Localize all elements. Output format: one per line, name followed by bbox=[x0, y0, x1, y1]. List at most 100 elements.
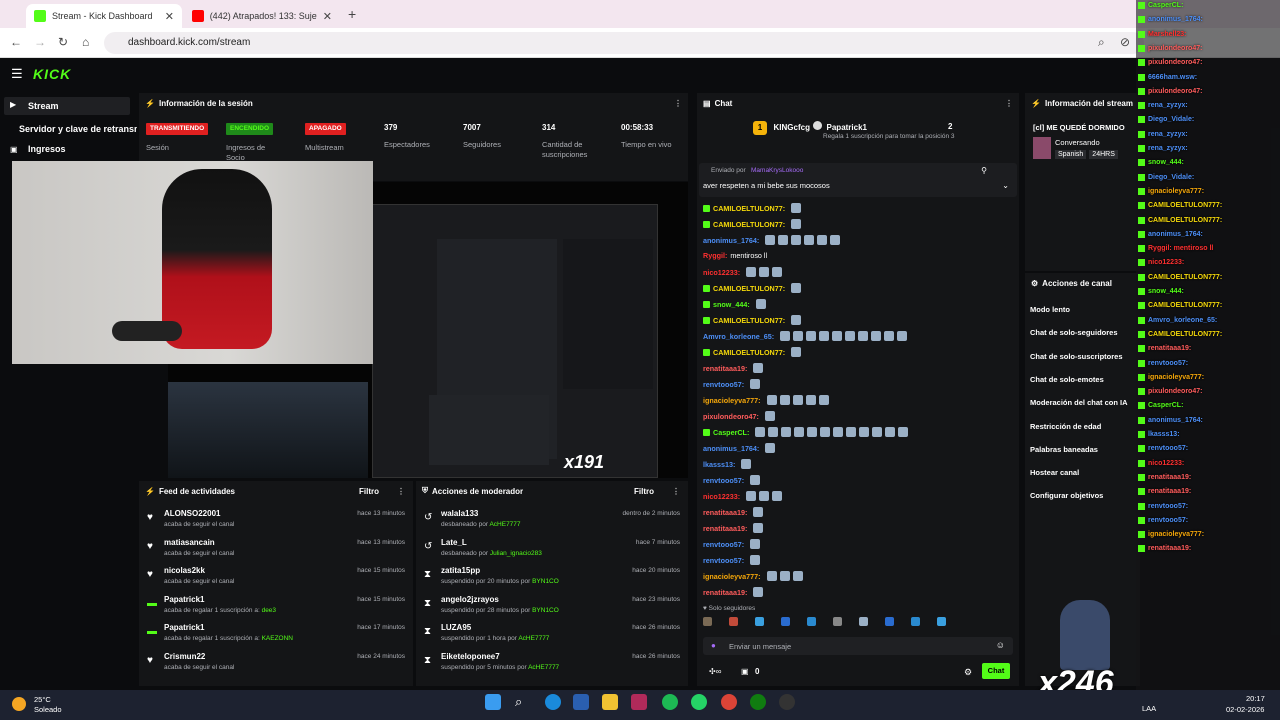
chat-message[interactable]: anonimus_1764: bbox=[703, 443, 776, 453]
emote-icon[interactable] bbox=[937, 617, 946, 626]
chat-message[interactable]: CAMILOELTULON77: bbox=[703, 219, 802, 229]
list-item[interactable]: ⧗ LUZA95 suspendido por 1 hora por AcHE777… bbox=[424, 622, 688, 648]
list-item[interactable]: ♥ nicolas2kk acaba de seguir el canal hace… bbox=[147, 565, 413, 591]
list-item[interactable]: ▬ Papatrick1 acaba de regalar 1 suscripció… bbox=[147, 594, 413, 620]
channel-action-item[interactable]: Chat de solo-seguidores bbox=[1030, 328, 1118, 337]
new-tab-button[interactable]: + bbox=[348, 6, 356, 22]
chat-message[interactable]: renvtooo57: bbox=[703, 539, 761, 549]
channel-action-item[interactable]: Palabras baneadas bbox=[1030, 445, 1098, 454]
chat-message[interactable]: renatitaaa19: bbox=[703, 363, 764, 373]
list-item[interactable]: ⧗ angelo2jzrayos suspendido por 28 minutos… bbox=[424, 594, 688, 620]
channel-action-item[interactable]: Chat de solo-emotes bbox=[1030, 375, 1104, 384]
emoji-icon[interactable]: ☺ bbox=[996, 640, 1005, 650]
zoom-icon[interactable]: ⌕ bbox=[1098, 35, 1105, 50]
chat-message[interactable]: CAMILOELTULON77: bbox=[703, 283, 802, 293]
language-indicator[interactable]: LAA bbox=[1142, 704, 1156, 713]
emote-icon[interactable] bbox=[703, 617, 712, 626]
chat-message[interactable]: snow_444: bbox=[703, 299, 766, 309]
sidebar-item-stream[interactable]: ▶ Stream bbox=[4, 97, 130, 115]
gift-prompt[interactable]: Regala 1 suscripción para tomar la posic… bbox=[823, 133, 955, 140]
category-name[interactable]: Conversando bbox=[1055, 138, 1100, 147]
emote-icon[interactable] bbox=[859, 617, 868, 626]
kick-logo[interactable]: KICK bbox=[33, 66, 71, 82]
tag[interactable]: Spanish bbox=[1055, 150, 1087, 159]
list-item[interactable]: ⧗ zatita15pp suspendido por 20 minutos por… bbox=[424, 565, 688, 591]
chat-message[interactable]: anonimus_1764: bbox=[703, 235, 841, 245]
more-icon[interactable]: ⋮ bbox=[397, 487, 405, 496]
list-item[interactable]: ♥ matiasancain acaba de seguir el canal ha… bbox=[147, 537, 413, 563]
emote-icon[interactable] bbox=[729, 617, 738, 626]
emote-icon[interactable] bbox=[755, 617, 764, 626]
more-icon[interactable]: ⋮ bbox=[674, 99, 682, 108]
chat-input[interactable]: ● Enviar un mensaje ☺ bbox=[703, 637, 1013, 655]
sidebar-item-income[interactable]: ▣ Ingresos bbox=[10, 144, 66, 154]
list-item[interactable]: ♥ ALONSO22001 acaba de seguir el canal hac… bbox=[147, 508, 413, 534]
list-item[interactable]: ⧗ Eiketeloponee7 suspendido por 5 minutos … bbox=[424, 651, 688, 677]
channel-action-item[interactable]: Configurar objetivos bbox=[1030, 491, 1103, 500]
edge-icon[interactable] bbox=[545, 694, 561, 710]
whatsapp-icon[interactable] bbox=[691, 694, 707, 710]
top-gifter-2[interactable]: Papatrick1 bbox=[813, 121, 867, 132]
pinned-message[interactable]: Enviado por MamaKrysLokooo ⚲ aver respet… bbox=[699, 163, 1017, 197]
filter-button[interactable]: Filtro bbox=[634, 487, 654, 496]
emote-icon[interactable] bbox=[781, 617, 790, 626]
spotify-icon[interactable] bbox=[662, 694, 678, 710]
emote-icon[interactable] bbox=[807, 617, 816, 626]
chat-message[interactable]: ignacioleyva777: bbox=[703, 395, 829, 405]
forward-icon[interactable]: → bbox=[34, 35, 46, 49]
obs-icon[interactable] bbox=[779, 694, 795, 710]
sidebar-item-server-key[interactable]: Servidor y clave de retransm bbox=[19, 124, 137, 134]
pin-icon[interactable]: ⚲ bbox=[981, 166, 987, 175]
chrome-icon[interactable] bbox=[721, 694, 737, 710]
channel-action-item[interactable]: Chat de solo-suscriptores bbox=[1030, 352, 1123, 361]
gear-icon[interactable]: ⚙ bbox=[964, 667, 972, 678]
chat-message[interactable]: CAMILOELTULON77: bbox=[703, 347, 802, 357]
xbox-icon[interactable] bbox=[750, 694, 766, 710]
more-icon[interactable]: ⋮ bbox=[672, 487, 680, 496]
chat-message[interactable]: lkasss13: bbox=[703, 459, 752, 469]
home-icon[interactable]: ⌂ bbox=[82, 35, 89, 49]
search-icon[interactable]: ⌕ bbox=[515, 694, 522, 710]
chat-message[interactable]: renvtooo57: bbox=[703, 475, 761, 485]
app-icon[interactable] bbox=[631, 694, 647, 710]
chat-message[interactable]: CAMILOELTULON77: bbox=[703, 315, 802, 325]
channel-action-item[interactable]: Hostear canal bbox=[1030, 468, 1079, 477]
points-icon[interactable]: ✣∞ bbox=[709, 667, 721, 676]
chat-message[interactable]: nico12233: bbox=[703, 267, 783, 277]
chat-message[interactable]: CasperCL: bbox=[703, 427, 909, 437]
list-item[interactable]: ↺ walala133 desbaneado por AcHE7777 dentro … bbox=[424, 508, 688, 534]
channel-action-item[interactable]: Modo lento bbox=[1030, 305, 1070, 314]
store-icon[interactable] bbox=[573, 694, 589, 710]
chat-message[interactable]: pixulondeoro47: bbox=[703, 411, 775, 421]
chat-message[interactable]: nico12233: bbox=[703, 491, 783, 501]
list-item[interactable]: ♥ Crismun22 acaba de seguir el canal hace … bbox=[147, 651, 413, 677]
chat-message[interactable]: renatitaaa19: bbox=[703, 587, 764, 597]
url-field[interactable]: dashboard.kick.com/stream bbox=[104, 32, 1144, 54]
chat-message[interactable]: renvtooo57: bbox=[703, 555, 761, 565]
menu-icon[interactable]: ☰ bbox=[11, 66, 23, 82]
chat-message[interactable]: Amvro_korleone_65: bbox=[703, 331, 908, 341]
chat-message[interactable]: renatitaaa19: bbox=[703, 507, 764, 517]
chat-message[interactable]: renvtooo57: bbox=[703, 379, 761, 389]
list-item[interactable]: ↺ Late_L desbaneado por Julian_ignacio283 h… bbox=[424, 537, 688, 563]
more-icon[interactable]: ⋮ bbox=[1005, 99, 1013, 108]
close-icon[interactable]: ✕ bbox=[165, 10, 174, 23]
chevron-down-icon[interactable]: ⌄ bbox=[1002, 181, 1009, 190]
filter-button[interactable]: Filtro bbox=[359, 487, 379, 496]
chat-message[interactable]: renatitaaa19: bbox=[703, 523, 764, 533]
emote-icon[interactable] bbox=[885, 617, 894, 626]
folder-icon[interactable] bbox=[602, 694, 618, 710]
back-icon[interactable]: ← bbox=[10, 35, 22, 49]
list-item[interactable]: ▬ Papatrick1 acaba de regalar 1 suscripció… bbox=[147, 622, 413, 648]
mic-icon[interactable]: ● bbox=[711, 641, 716, 650]
reload-icon[interactable]: ↻ bbox=[58, 35, 68, 49]
chat-message[interactable]: Ryggil: mentiroso ll bbox=[703, 251, 767, 260]
windows-start-icon[interactable] bbox=[485, 694, 501, 710]
send-chat-button[interactable]: Chat bbox=[982, 663, 1010, 679]
top-gifter-1[interactable]: 1 KINGcfcg bbox=[753, 121, 810, 135]
hide-icon[interactable]: ⊘ bbox=[1120, 35, 1130, 49]
channel-action-item[interactable]: Restricción de edad bbox=[1030, 422, 1101, 431]
chat-message[interactable]: CAMILOELTULON77: bbox=[703, 203, 802, 213]
close-icon[interactable]: ✕ bbox=[323, 10, 332, 23]
tab-youtube[interactable]: (442) Atrapados! 133: Sujeto te ✕ bbox=[184, 4, 340, 28]
